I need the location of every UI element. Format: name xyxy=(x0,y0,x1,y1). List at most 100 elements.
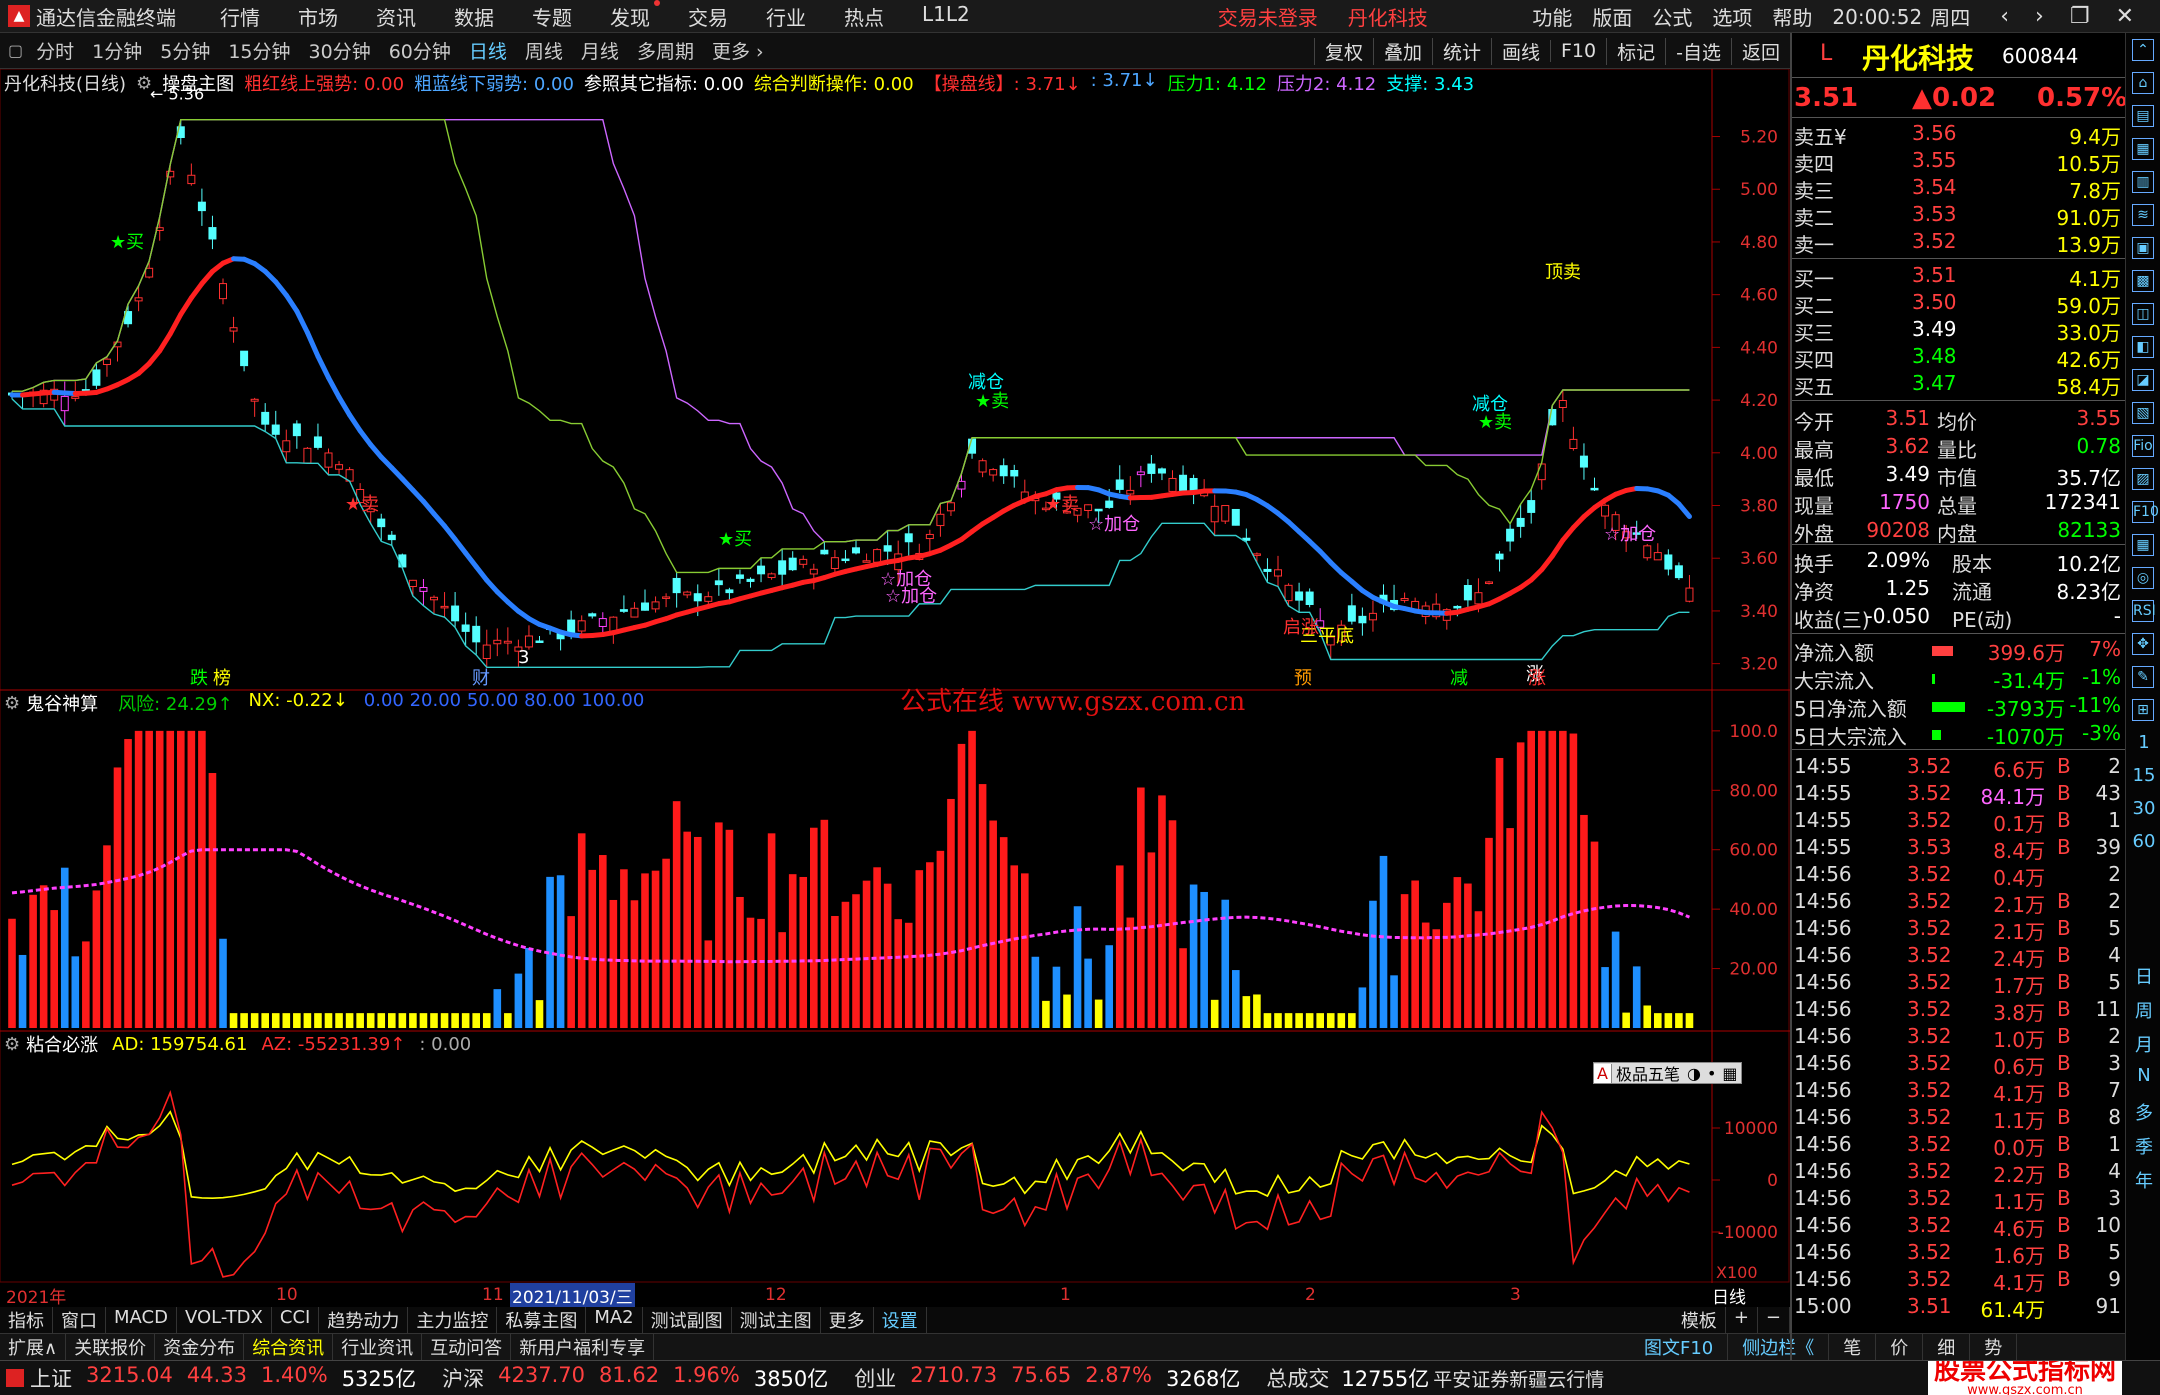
period-shortcut[interactable]: 周 xyxy=(2132,997,2156,1023)
tool-7[interactable]: 返回 xyxy=(1730,37,1790,65)
chart-canvas[interactable]: 5.20 5.00 4.80 4.60 4.40 4.20 4.00 3.80 3.60 3.40… xyxy=(0,0,1790,1283)
tool-shortcut-icon[interactable]: ◫ xyxy=(2132,303,2154,325)
info-tab-6[interactable]: 新用户福利专享 xyxy=(511,1334,655,1360)
info-tab-2[interactable]: 资金分布 xyxy=(155,1334,245,1360)
indicator-tab-9[interactable]: 测试副图 xyxy=(643,1307,732,1333)
asks-level[interactable]: 卖四 3.55 10.5万 xyxy=(1792,148,2125,176)
indicator-tab-0[interactable]: 指标 xyxy=(0,1307,53,1333)
template-control-2[interactable]: − xyxy=(1758,1307,1790,1333)
indicator-tab-11[interactable]: 更多 xyxy=(821,1307,874,1333)
bids-level[interactable]: 买一 3.51 4.1万 xyxy=(1792,263,2125,291)
forward-icon[interactable]: › xyxy=(2035,4,2044,29)
menu-0[interactable]: 行情 xyxy=(220,2,260,31)
tool-5[interactable]: 标记 xyxy=(1606,37,1665,65)
period-8[interactable]: 月线 xyxy=(581,37,619,64)
menu-7[interactable]: 行业 xyxy=(766,2,806,31)
period-5[interactable]: 60分钟 xyxy=(389,37,451,64)
settings-icon[interactable]: ⚙ xyxy=(4,1034,20,1055)
formula-name[interactable]: 操盘主图 xyxy=(162,70,234,96)
tool-shortcut-icon[interactable]: ⌃ xyxy=(2132,39,2154,61)
bids-level[interactable]: 买三 3.49 33.0万 xyxy=(1792,317,2125,345)
oscillator2-name[interactable]: 粘合必涨 xyxy=(26,1031,98,1057)
index-item[interactable]: 创业 2710.73 75.65 2.87% 3268亿 xyxy=(854,1363,1240,1393)
period-1[interactable]: 1分钟 xyxy=(92,37,142,64)
indicator-tab-12[interactable]: 设置 xyxy=(874,1307,927,1333)
template-control-0[interactable]: 模板 xyxy=(1673,1307,1726,1333)
side-tab-0[interactable]: 图文F10 xyxy=(1630,1334,1729,1360)
right-menu-4[interactable]: 帮助 xyxy=(1772,2,1812,31)
menu-3[interactable]: 数据 xyxy=(454,2,494,31)
right-menu-2[interactable]: 公式 xyxy=(1652,2,1692,31)
ime-moon-icon[interactable]: ◑ xyxy=(1684,1064,1704,1083)
tool-shortcut-icon[interactable]: 1 xyxy=(2132,732,2156,753)
index-item[interactable]: 上证 3215.04 44.33 1.40% 5325亿 xyxy=(30,1363,416,1393)
tool-shortcut-icon[interactable]: ≋ xyxy=(2132,204,2154,226)
indicator-tab-1[interactable]: 窗口 xyxy=(53,1307,106,1333)
tool-3[interactable]: 画线 xyxy=(1490,37,1550,65)
menu-4[interactable]: 专题 xyxy=(532,2,572,31)
tool-2[interactable]: 统计 xyxy=(1431,37,1491,65)
indicator-tab-7[interactable]: 私募主图 xyxy=(497,1307,587,1333)
info-tab-3[interactable]: 综合资讯 xyxy=(244,1334,334,1360)
template-control-1[interactable]: + xyxy=(1726,1307,1758,1333)
settings-icon[interactable]: ⚙ xyxy=(136,73,152,94)
flow-row[interactable]: 大宗流入 -31.4万 -1% xyxy=(1792,665,2125,693)
right-menu-0[interactable]: 功能 xyxy=(1532,2,1572,31)
menu-6[interactable]: 交易 xyxy=(688,2,728,31)
tool-shortcut-icon[interactable]: ✥ xyxy=(2132,633,2154,655)
flow-row[interactable]: 净流入额 399.6万 7% xyxy=(1792,637,2125,665)
tool-shortcut-icon[interactable]: ◧ xyxy=(2132,336,2154,358)
bids-level[interactable]: 买五 3.47 58.4万 xyxy=(1792,371,2125,399)
period-shortcut[interactable]: 多 xyxy=(2132,1099,2156,1125)
tool-shortcut-icon[interactable]: 60 xyxy=(2132,831,2156,852)
asks-level[interactable]: 卖一 3.52 13.9万 xyxy=(1792,229,2125,257)
period-0[interactable]: 分时 xyxy=(36,37,74,64)
right-menu-1[interactable]: 版面 xyxy=(1592,2,1632,31)
login-status[interactable]: 交易未登录 xyxy=(1218,2,1318,31)
asks-level[interactable]: 卖五¥ 3.56 9.4万 xyxy=(1792,121,2125,149)
indicator-tab-8[interactable]: MA2 xyxy=(586,1307,643,1333)
asks-level[interactable]: 卖三 3.54 7.8万 xyxy=(1792,175,2125,203)
ime-keyboard-icon[interactable]: ▦ xyxy=(1719,1064,1740,1083)
collapse-icon[interactable]: ▢ xyxy=(8,41,23,60)
settings-icon[interactable]: ⚙ xyxy=(4,693,20,714)
period-shortcut[interactable]: 日 xyxy=(2132,963,2156,989)
period-4[interactable]: 30分钟 xyxy=(309,37,371,64)
indicator-tab-2[interactable]: MACD xyxy=(106,1307,177,1333)
ime-popup[interactable]: A 极品五笔 ◑ • ▦ xyxy=(1593,1062,1742,1084)
tool-shortcut-icon[interactable]: RSI xyxy=(2132,600,2156,622)
indicator-tab-6[interactable]: 主力监控 xyxy=(408,1307,498,1333)
tick-list[interactable]: 14:55 3.52 6.6万 B 2 14:55 3.52 84.1万 B 43 14:55 3.5… xyxy=(1792,751,2125,1360)
period-2[interactable]: 5分钟 xyxy=(160,37,210,64)
restore-icon[interactable]: ❐ xyxy=(2070,4,2090,29)
period-7[interactable]: 周线 xyxy=(525,37,563,64)
tool-shortcut-icon[interactable]: ✎ xyxy=(2132,666,2154,688)
tool-shortcut-icon[interactable]: ▨ xyxy=(2132,468,2154,490)
close-icon[interactable]: ✕ xyxy=(2116,4,2134,29)
menu-8[interactable]: 热点 xyxy=(844,2,884,31)
menu-2[interactable]: 资讯 xyxy=(376,2,416,31)
back-icon[interactable]: ‹ xyxy=(2000,4,2009,29)
tool-1[interactable]: 叠加 xyxy=(1372,37,1432,65)
menu-1[interactable]: 市场 xyxy=(298,2,338,31)
tool-0[interactable]: 复权 xyxy=(1313,37,1373,65)
info-tab-4[interactable]: 行业资讯 xyxy=(333,1334,423,1360)
tool-shortcut-icon[interactable]: Fio xyxy=(2132,435,2154,457)
period-3[interactable]: 15分钟 xyxy=(228,37,290,64)
tool-shortcut-icon[interactable]: ▣ xyxy=(2132,237,2154,259)
tool-shortcut-icon[interactable]: ▦ xyxy=(2132,534,2154,556)
flow-row[interactable]: 5日净流入额 -3793万 -11% xyxy=(1792,693,2125,721)
period-shortcut[interactable]: 年 xyxy=(2132,1167,2156,1193)
asks-level[interactable]: 卖二 3.53 91.0万 xyxy=(1792,202,2125,230)
tool-shortcut-icon[interactable]: F10 xyxy=(2132,501,2159,523)
period-shortcut[interactable]: 季 xyxy=(2132,1133,2156,1159)
tool-shortcut-icon[interactable]: ▧ xyxy=(2132,402,2154,424)
tool-shortcut-icon[interactable]: ◎ xyxy=(2132,567,2154,589)
tool-shortcut-icon[interactable]: ▥ xyxy=(2132,171,2154,193)
bids-level[interactable]: 买二 3.50 59.0万 xyxy=(1792,290,2125,318)
tool-shortcut-icon[interactable]: ⌂ xyxy=(2132,72,2154,94)
period-10[interactable]: 更多 › xyxy=(712,37,764,64)
period-shortcut[interactable]: N xyxy=(2132,1065,2156,1086)
tool-shortcut-icon[interactable]: ▦ xyxy=(2132,138,2154,160)
tool-6[interactable]: -自选 xyxy=(1665,37,1731,65)
